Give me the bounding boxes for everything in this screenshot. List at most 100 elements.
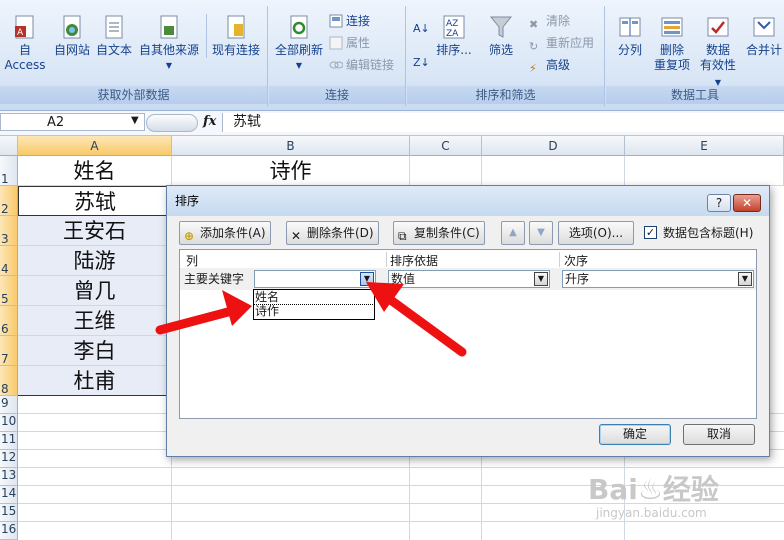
add-level-button[interactable]: ⊕ 添加条件(A) bbox=[179, 221, 271, 245]
column-header-b[interactable]: B bbox=[172, 136, 410, 156]
row-header[interactable]: 7 bbox=[0, 336, 18, 366]
refresh-icon bbox=[290, 15, 308, 39]
dropdown-option[interactable]: 诗作 bbox=[254, 304, 374, 318]
consolidate-icon bbox=[753, 17, 775, 37]
remove-duplicates-icon bbox=[661, 17, 683, 37]
refresh-all-button[interactable]: 全部刷新 ▼ bbox=[271, 14, 327, 73]
column-header-c[interactable]: C bbox=[410, 136, 482, 156]
web-icon bbox=[63, 15, 81, 39]
row-header[interactable]: 9 bbox=[0, 396, 18, 414]
sort-on-combo[interactable]: 数值 ▼ bbox=[388, 270, 550, 288]
remove-duplicates-button[interactable]: 删除 重复项 bbox=[652, 14, 692, 73]
from-text-button[interactable]: 自文本 bbox=[94, 14, 134, 58]
cell-a7[interactable]: 李白 bbox=[18, 336, 172, 366]
from-access-button[interactable]: A 自 Access bbox=[0, 14, 50, 73]
cancel-button[interactable]: 取消 bbox=[683, 424, 755, 445]
sort-button[interactable]: AZ ZA 排序... bbox=[435, 14, 473, 58]
chevron-down-icon[interactable]: ▼ bbox=[360, 272, 374, 286]
filter-button[interactable]: 筛选 bbox=[481, 14, 521, 58]
dropdown-option[interactable]: 姓名 bbox=[253, 289, 375, 305]
cell-a3[interactable]: 王安石 bbox=[18, 216, 172, 246]
row-header[interactable]: 14 bbox=[0, 486, 18, 504]
svg-text:AZ: AZ bbox=[446, 19, 458, 29]
connections-button[interactable]: 连接 bbox=[329, 12, 370, 30]
select-all-corner[interactable] bbox=[0, 136, 18, 156]
cell-a5[interactable]: 曾几 bbox=[18, 276, 172, 306]
text-to-columns-button[interactable]: 分列 bbox=[610, 14, 650, 58]
chevron-down-icon[interactable]: ▼ bbox=[131, 115, 139, 126]
sort-ascending-button[interactable]: A↓ bbox=[413, 20, 430, 38]
advanced-filter-icon: ⚡ bbox=[529, 62, 537, 75]
remove-duplicates-label-2: 重复项 bbox=[653, 58, 690, 72]
column-header-a[interactable]: A bbox=[18, 136, 172, 156]
column-header-e[interactable]: E bbox=[625, 136, 784, 156]
existing-connections-button[interactable]: 现有连接 bbox=[206, 14, 265, 58]
from-text-label: 自文本 bbox=[95, 43, 132, 57]
cell-a4[interactable]: 陆游 bbox=[18, 246, 172, 276]
reapply-label: 重新应用 bbox=[546, 36, 595, 50]
cell-d1[interactable] bbox=[482, 156, 625, 186]
insert-function-icon[interactable]: fx bbox=[203, 114, 216, 129]
data-validation-button[interactable]: 数据 有效性 ▼ bbox=[696, 14, 740, 90]
formula-bar-splitter[interactable] bbox=[146, 114, 198, 132]
close-button[interactable]: ✕ bbox=[733, 194, 761, 212]
cell-a2[interactable]: 苏轼 bbox=[18, 186, 172, 216]
cell-a8[interactable]: 杜甫 bbox=[18, 366, 172, 396]
column-header-d[interactable]: D bbox=[482, 136, 625, 156]
row-header[interactable]: 3 bbox=[0, 216, 18, 246]
ok-button[interactable]: 确定 bbox=[599, 424, 671, 445]
copy-level-button[interactable]: ⧉ 复制条件(C) bbox=[393, 221, 485, 245]
sort-descending-button[interactable]: Z↓ bbox=[413, 54, 430, 72]
edit-links-button[interactable]: 编辑链接 bbox=[329, 56, 394, 74]
reapply-button[interactable]: ↻ 重新应用 bbox=[529, 34, 595, 53]
chevron-down-icon[interactable]: ▼ bbox=[738, 272, 752, 286]
move-up-button[interactable]: ▲ bbox=[501, 221, 525, 245]
row-header[interactable]: 16 bbox=[0, 522, 18, 540]
properties-label: 属性 bbox=[346, 36, 371, 50]
grid-line bbox=[18, 521, 784, 522]
row-header[interactable]: 2 bbox=[0, 186, 18, 216]
row-header[interactable]: 5 bbox=[0, 276, 18, 306]
row-header[interactable]: 15 bbox=[0, 504, 18, 522]
group-sort-filter: A↓ Z↓ AZ ZA 排序... 筛选 ✖ 清除 ↻ 重新应用 ⚡ 高级 排序和筛选 bbox=[407, 6, 605, 106]
cell-e1[interactable] bbox=[625, 156, 784, 186]
row-header[interactable]: 10 bbox=[0, 414, 18, 432]
sort-key-combo[interactable]: ▼ bbox=[254, 270, 376, 288]
clear-button[interactable]: ✖ 清除 bbox=[529, 12, 570, 31]
row-header[interactable]: 13 bbox=[0, 468, 18, 486]
help-button[interactable]: ? bbox=[707, 194, 731, 212]
add-level-label: 添加条件(A) bbox=[200, 226, 266, 240]
row-header[interactable]: 6 bbox=[0, 306, 18, 336]
order-combo[interactable]: 升序 ▼ bbox=[562, 270, 754, 288]
from-other-sources-button[interactable]: 自其他来源 ▼ bbox=[136, 14, 202, 73]
from-web-button[interactable]: 自网站 bbox=[52, 14, 92, 58]
text-to-columns-label: 分列 bbox=[617, 43, 642, 57]
has-header-checkbox[interactable]: ✓ bbox=[644, 226, 657, 239]
consolidate-button[interactable]: 合并计 bbox=[742, 14, 784, 58]
cell-c1[interactable] bbox=[410, 156, 482, 186]
properties-button[interactable]: 属性 bbox=[329, 34, 370, 52]
formula-input[interactable]: 苏轼 bbox=[222, 113, 784, 132]
primary-key-label: 主要关键字 bbox=[184, 272, 245, 286]
chevron-down-icon[interactable]: ▼ bbox=[534, 272, 548, 286]
data-validation-label-2: 有效性 bbox=[699, 58, 736, 72]
existing-connections-label: 现有连接 bbox=[211, 43, 260, 57]
header-divider bbox=[386, 252, 387, 267]
cell-b1[interactable]: 诗作 bbox=[172, 156, 410, 186]
row-header[interactable]: 11 bbox=[0, 432, 18, 450]
move-down-button[interactable]: ▼ bbox=[529, 221, 553, 245]
sort-level-row[interactable]: 主要关键字 ▼ 数值 ▼ 升序 ▼ bbox=[180, 268, 756, 290]
cell-a1[interactable]: 姓名 bbox=[18, 156, 172, 186]
row-header[interactable]: 8 bbox=[0, 366, 18, 396]
dialog-title[interactable]: 排序 bbox=[167, 186, 769, 216]
advanced-button[interactable]: ⚡ 高级 bbox=[529, 56, 570, 75]
row-header[interactable]: 12 bbox=[0, 450, 18, 468]
cell-a6[interactable]: 王维 bbox=[18, 306, 172, 336]
delete-level-button[interactable]: ✕ 删除条件(D) bbox=[286, 221, 379, 245]
row-header[interactable]: 4 bbox=[0, 246, 18, 276]
data-validation-icon bbox=[707, 17, 729, 37]
options-button[interactable]: 选项(O)... bbox=[558, 221, 634, 245]
row-header[interactable]: 1 bbox=[0, 156, 18, 186]
name-box[interactable]: A2 bbox=[0, 113, 145, 131]
from-web-label: 自网站 bbox=[53, 43, 90, 57]
